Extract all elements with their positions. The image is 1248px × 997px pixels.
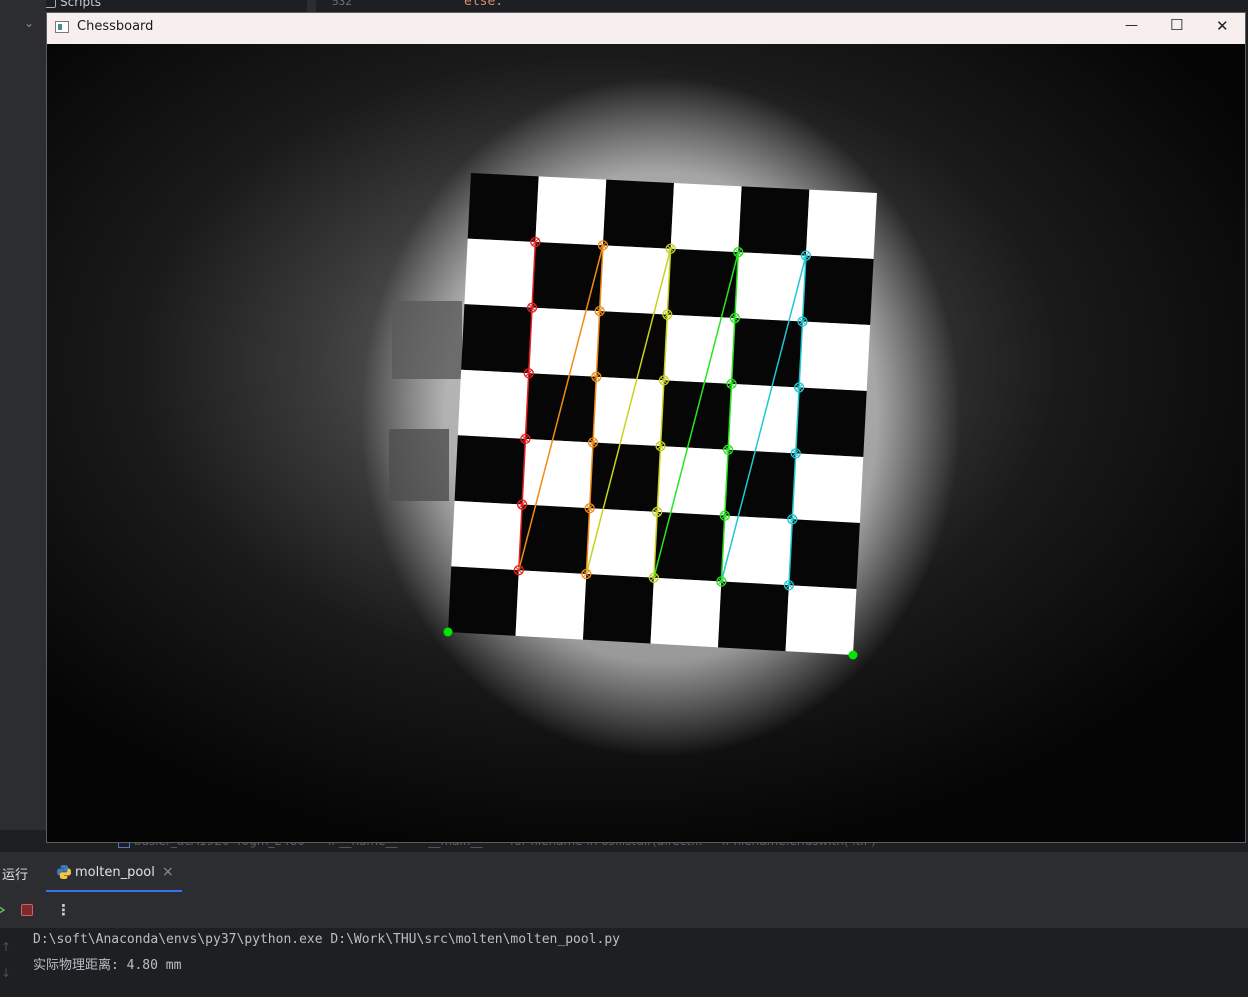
measurement-endpoint-dot [443,627,453,637]
maximize-button[interactable]: ☐ [1170,16,1183,34]
console-line-output: 实际物理距离: 4.80 mm [33,958,182,973]
board-square [785,585,857,655]
code-keyword: else: [464,0,504,9]
board-square [461,304,533,374]
board-square [451,500,523,571]
tab-molten-pool[interactable]: molten_pool × [46,852,182,892]
console-line-command: D:\soft\Anaconda\envs\py37\python.exe D:… [33,932,620,947]
board-square [532,241,603,312]
board-square [518,504,590,574]
board-square [596,311,668,381]
board-square [799,321,871,391]
python-icon [57,865,71,879]
run-panel-label: 运行 [2,868,29,883]
board-square [522,438,593,509]
close-button[interactable]: ✕ [1216,17,1229,35]
board-square [721,515,793,586]
board-square [467,173,539,242]
board-square [802,255,874,325]
board-square [586,508,658,578]
board-square [667,248,739,319]
board-square [718,581,789,652]
fixture-block [392,301,462,379]
tab-close-icon[interactable]: × [162,864,174,880]
board-square [454,435,526,505]
board-square [528,307,600,377]
board-square [663,314,735,384]
board-square [657,446,729,516]
board-square [583,573,654,644]
board-square [738,186,810,256]
board-square [788,519,860,589]
tab-label: molten_pool [75,865,155,880]
board-square [603,179,674,249]
board-square [589,442,661,512]
board-square [653,511,725,582]
window-title: Chessboard [77,19,154,34]
run-toolbar: ⋮ [0,894,1248,929]
fixture-block [389,429,449,501]
board-square [734,252,806,322]
minimize-button[interactable]: — [1125,18,1138,33]
board-square [448,566,519,636]
opencv-window-icon [55,21,69,33]
board-square [457,369,529,439]
board-square [805,189,877,259]
scroll-up-icon[interactable]: ↑ [1,940,11,954]
measurement-endpoint-dot [848,650,858,660]
rerun-icon[interactable] [0,903,7,917]
board-square [535,176,607,246]
chessboard-image [47,44,1245,842]
board-square [724,449,796,520]
board-square [464,238,536,308]
run-panel-header: 运行 molten_pool × [0,852,1248,895]
tree-item-label[interactable]: Scripts [60,0,101,9]
chessboard-window: Chessboard — ☐ ✕ [46,12,1246,843]
board-square [795,387,867,457]
collapse-chevron-icon[interactable]: ⌄ [24,16,34,30]
line-number: 532 [332,0,352,8]
ide-left-gutter: ⌄ [0,0,46,845]
console-output: ↑ ↓ D:\soft\Anaconda\envs\py37\python.ex… [0,928,1248,997]
board-square [792,453,864,523]
scroll-down-icon[interactable]: ↓ [1,966,11,980]
board-square [670,183,742,253]
board-square [515,570,587,640]
board-square [731,318,803,388]
stop-icon[interactable] [21,904,33,916]
more-options-icon[interactable]: ⋮ [56,901,71,919]
board-square [650,577,722,648]
window-titlebar[interactable]: Chessboard — ☐ ✕ [47,13,1245,45]
board-square [599,245,671,315]
